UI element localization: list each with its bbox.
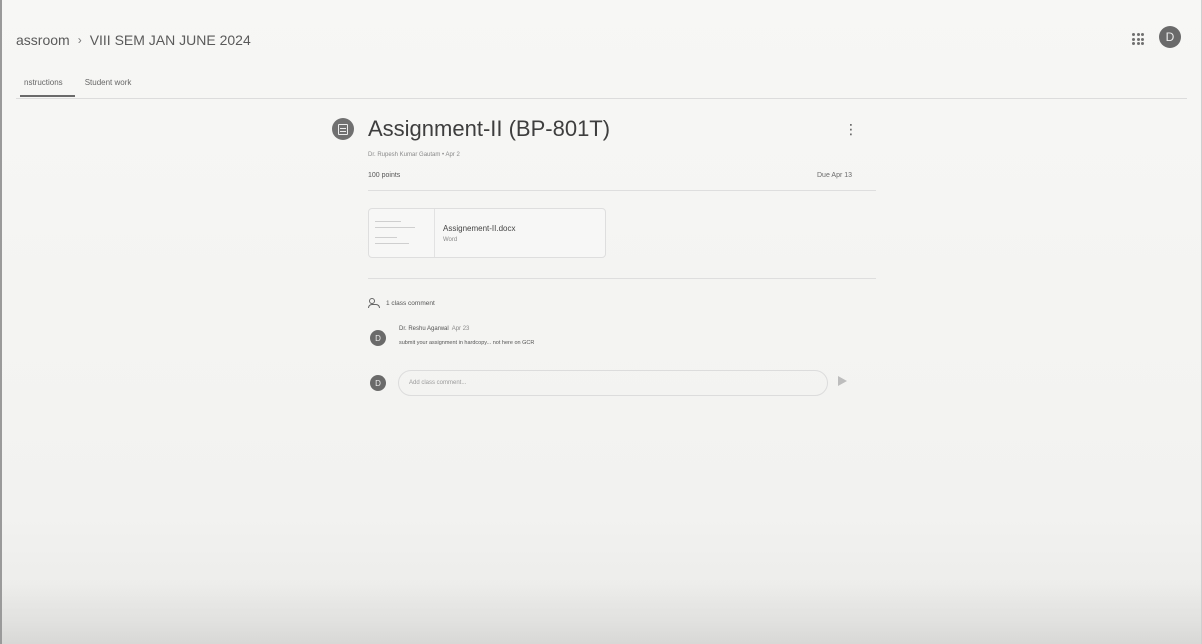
comment-text: submit your assignment in hardcopy... no… <box>399 340 535 346</box>
chevron-right-icon: › <box>77 33 82 47</box>
assignment-title: Assignment-II (BP-801T) <box>368 116 611 141</box>
attachment-name[interactable]: Assignement-II.docx <box>443 224 515 233</box>
divider <box>368 278 876 279</box>
account-avatar[interactable]: D <box>1159 26 1181 48</box>
comment-avatar: D <box>370 330 386 346</box>
document-thumbnail-icon <box>369 209 435 257</box>
assignment-icon <box>332 118 354 140</box>
apps-grid-icon[interactable] <box>1132 33 1144 45</box>
breadcrumb-root[interactable]: assroom <box>16 32 70 48</box>
tab-divider <box>16 98 1187 99</box>
classroom-page: assroom › VIII SEM JAN JUNE 2024 D nstru… <box>0 0 1202 644</box>
comment-input-placeholder: Add class comment... <box>409 380 467 386</box>
assignment-due-date: Due Apr 13 <box>817 172 853 179</box>
breadcrumb: assroom › VIII SEM JAN JUNE 2024 <box>16 32 251 48</box>
more-options-icon[interactable]: ⋮ <box>844 122 858 136</box>
tab-instructions[interactable]: nstructions <box>20 78 75 97</box>
tab-student-work[interactable]: Student work <box>85 78 132 97</box>
assignment-meta: Dr. Rupesh Kumar Gautam • Apr 2 <box>368 152 460 158</box>
attachment-card[interactable]: Assignement-II.docx Word <box>368 208 606 258</box>
attachment-type: Word <box>443 236 458 243</box>
comment-author-line: Dr. Reshu Agarwal Apr 23 <box>399 326 469 332</box>
class-comments-label[interactable]: 1 class comment <box>386 300 435 307</box>
class-comment-input[interactable]: Add class comment... <box>398 370 828 396</box>
divider <box>368 190 876 191</box>
comment-author: Dr. Reshu Agarwal <box>399 326 449 332</box>
class-comments-header: 1 class comment <box>368 298 435 308</box>
scan-bottom-band <box>2 584 1201 644</box>
people-icon <box>368 298 380 308</box>
comment-input-avatar: D <box>370 375 386 391</box>
comment-date: Apr 23 <box>451 326 470 332</box>
assignment-points: 100 points <box>368 172 401 179</box>
tab-bar: nstructions Student work <box>20 78 132 97</box>
breadcrumb-class[interactable]: VIII SEM JAN JUNE 2024 <box>90 32 251 48</box>
send-icon[interactable] <box>838 376 847 386</box>
